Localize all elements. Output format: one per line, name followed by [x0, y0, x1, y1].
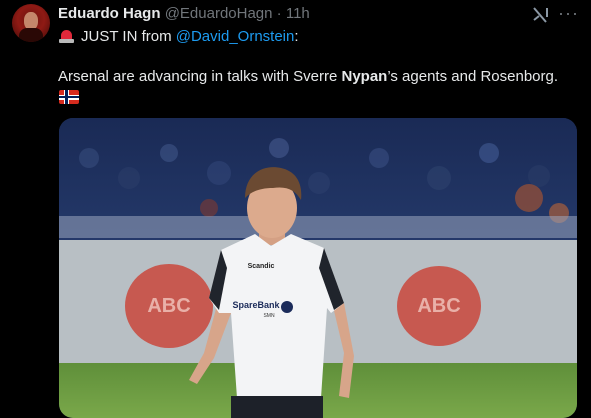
tweet-header: Eduardo Hagn @EduardoHagn · 11h	[58, 5, 310, 22]
player-photo: ABC ABC Scandic SpareBank SMN	[59, 118, 577, 418]
author-name[interactable]: Eduardo Hagn	[58, 5, 161, 22]
grok-icon[interactable]	[530, 4, 552, 26]
board-text-left: ABC	[147, 295, 190, 317]
tweet-media-image[interactable]: ABC ABC Scandic SpareBank SMN	[59, 118, 577, 418]
tweet-prefix: JUST IN from	[81, 28, 172, 45]
tweet-suffix: :	[294, 28, 299, 45]
norway-flag-icon	[59, 90, 79, 104]
kit-sponsor-text: Scandic	[248, 263, 275, 270]
avatar-body	[19, 28, 43, 42]
tweet-body: Arsenal are advancing in talks with Sver…	[58, 68, 558, 85]
separator-dot: ·	[276, 5, 282, 22]
tweet-time[interactable]: 11h	[286, 5, 310, 22]
shirt-sponsor-text: SpareBank	[232, 300, 280, 310]
tweet-line-1: JUST IN from @David_Ornstein:	[58, 27, 299, 45]
author-handle[interactable]: @EduardoHagn	[165, 5, 273, 22]
more-icon[interactable]: ···	[558, 3, 579, 24]
body-before: Arsenal are advancing in talks with Sver…	[58, 68, 342, 85]
body-bold: Nypan	[341, 68, 388, 85]
author-avatar[interactable]	[12, 4, 50, 42]
board-text-right: ABC	[417, 295, 460, 317]
police-light-icon	[58, 27, 75, 44]
mention-link[interactable]: @David_Ornstein	[176, 28, 295, 45]
shirt-sponsor-sub: SMN	[263, 313, 275, 319]
body-after: ’s agents and Rosenborg.	[387, 68, 559, 85]
